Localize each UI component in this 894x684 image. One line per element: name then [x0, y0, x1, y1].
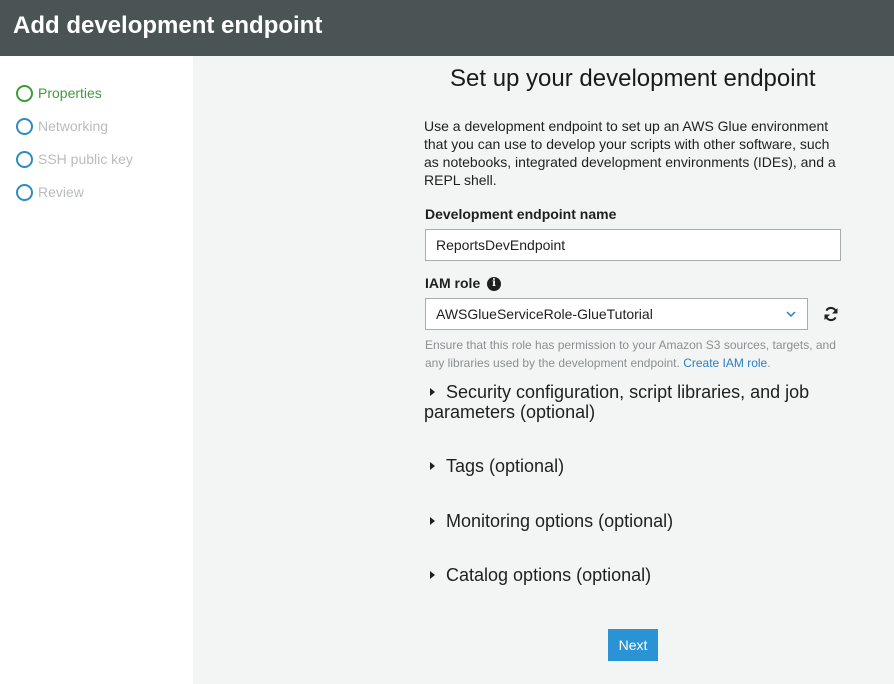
iam-hint-end: .	[767, 356, 771, 370]
endpoint-name-input[interactable]	[425, 229, 841, 261]
page-header: Add development endpoint	[0, 0, 894, 56]
circle-icon	[16, 117, 33, 135]
section-monitoring-options[interactable]: Monitoring options (optional)	[424, 511, 844, 531]
section-label: Tags (optional)	[446, 456, 565, 476]
section-label: Monitoring options (optional)	[446, 511, 674, 531]
section-label: Catalog options (optional)	[446, 565, 652, 585]
circle-icon	[16, 84, 33, 102]
circle-icon	[16, 183, 33, 201]
caret-right-icon	[430, 571, 435, 580]
section-title: Set up your development endpoint	[450, 65, 816, 92]
create-iam-role-link[interactable]: Create IAM role	[683, 356, 767, 370]
iam-role-label: IAM role	[425, 275, 481, 291]
step-label: SSH public key	[38, 151, 133, 167]
iam-role-selected-value: AWSGlueServiceRole-GlueTutorial	[436, 306, 653, 322]
step-review[interactable]: Review	[16, 183, 84, 201]
refresh-icon[interactable]	[823, 306, 839, 322]
section-tags[interactable]: Tags (optional)	[424, 456, 844, 476]
section-label: Security configuration, script libraries…	[424, 382, 810, 422]
caret-right-icon	[430, 388, 435, 397]
section-catalog-options[interactable]: Catalog options (optional)	[424, 565, 844, 585]
iam-role-select[interactable]: AWSGlueServiceRole-GlueTutorial	[425, 298, 808, 330]
step-label: Networking	[38, 118, 109, 134]
iam-hint-text: Ensure that this role has permission to …	[425, 338, 836, 370]
main-content: Set up your development endpoint Use a d…	[193, 56, 894, 684]
wizard-steps-sidebar: Properties Networking SSH public key Rev…	[0, 56, 193, 684]
circle-icon	[16, 150, 33, 168]
caret-right-icon	[430, 517, 435, 526]
chevron-down-icon	[786, 311, 796, 318]
intro-text: Use a development endpoint to set up an …	[424, 118, 836, 188]
info-icon[interactable]: i	[487, 277, 501, 291]
step-ssh-public-key[interactable]: SSH public key	[16, 150, 133, 168]
endpoint-name-label: Development endpoint name	[425, 206, 617, 222]
page-header-title: Add development endpoint	[13, 12, 323, 39]
iam-role-hint: Ensure that this role has permission to …	[425, 336, 845, 372]
step-networking[interactable]: Networking	[16, 117, 108, 135]
step-label: Properties	[38, 85, 102, 101]
step-properties[interactable]: Properties	[16, 84, 102, 102]
section-security-configuration[interactable]: Security configuration, script libraries…	[424, 382, 844, 422]
caret-right-icon	[430, 462, 435, 471]
step-label: Review	[38, 184, 84, 200]
next-button[interactable]: Next	[608, 629, 658, 661]
